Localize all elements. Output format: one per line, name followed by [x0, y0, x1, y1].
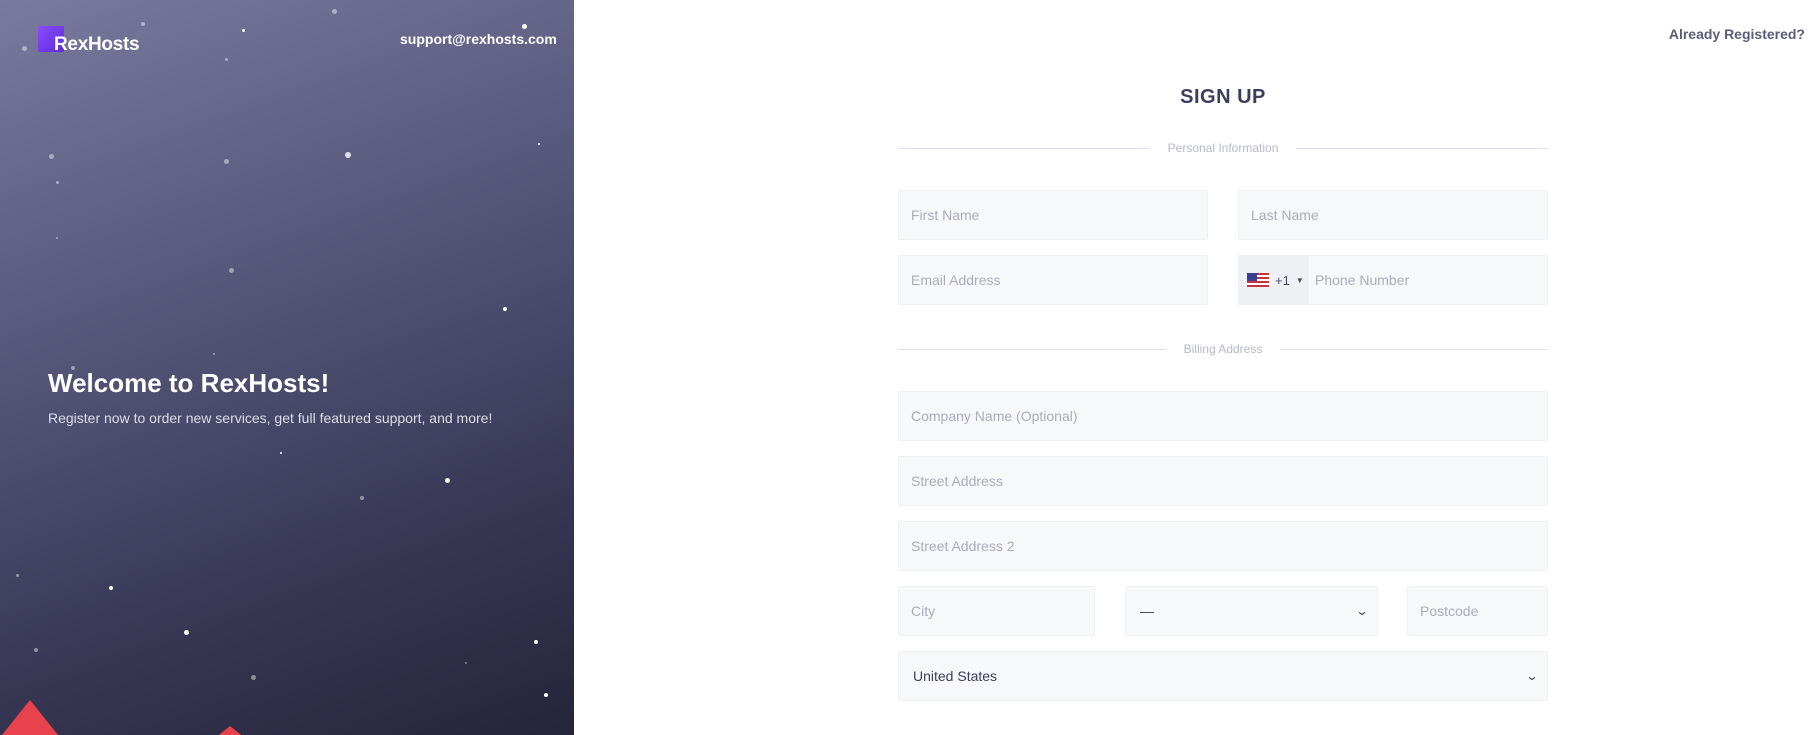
- billing-address-label: Billing Address: [1183, 342, 1263, 356]
- star-decoration: [16, 574, 19, 577]
- street2-placeholder: Street Address 2: [911, 538, 1015, 554]
- hero-subtitle: Register now to order new services, get …: [48, 410, 493, 426]
- brand-name: RexHosts: [54, 34, 140, 55]
- divider-line: [1296, 147, 1549, 149]
- mountain-decoration: [205, 726, 255, 735]
- hero-title: Welcome to RexHosts!: [48, 368, 330, 398]
- country-select[interactable]: United States ⌄: [898, 651, 1548, 701]
- star-decoration: [34, 648, 38, 652]
- star-decoration: [184, 630, 189, 635]
- star-decoration: [22, 46, 27, 51]
- star-decoration: [534, 640, 538, 644]
- us-flag-icon: [1247, 273, 1269, 287]
- divider-line: [898, 348, 1166, 350]
- street-address-2-input[interactable]: Street Address 2: [898, 521, 1548, 571]
- caret-down-icon: ▼: [1295, 275, 1304, 285]
- star-decoration: [229, 268, 234, 273]
- country-value: United States: [913, 668, 998, 684]
- hero-panel: RexHosts support@rexhosts.com Welcome to…: [0, 0, 574, 735]
- postcode-placeholder: Postcode: [1420, 603, 1479, 619]
- star-decoration: [522, 24, 527, 29]
- country-code-dropdown[interactable]: +1 ▼: [1239, 256, 1309, 304]
- mountain-decoration: [0, 700, 70, 735]
- star-decoration: [538, 143, 540, 145]
- street-address-input[interactable]: Street Address: [898, 456, 1548, 506]
- star-decoration: [141, 22, 145, 26]
- star-decoration: [242, 29, 245, 32]
- star-decoration: [225, 58, 228, 61]
- last-name-placeholder: Last Name: [1251, 207, 1319, 223]
- company-placeholder: Company Name (Optional): [911, 408, 1078, 424]
- star-decoration: [544, 693, 548, 697]
- first-name-input[interactable]: First Name: [898, 190, 1208, 240]
- personal-info-label: Personal Information: [1167, 141, 1279, 155]
- personal-info-divider: Personal Information: [898, 141, 1549, 155]
- divider-line: [1280, 348, 1548, 350]
- star-decoration: [213, 353, 215, 355]
- brand-logo[interactable]: RexHosts: [38, 26, 140, 55]
- street-placeholder: Street Address: [911, 473, 1003, 489]
- signup-page: RexHosts support@rexhosts.com Welcome to…: [0, 0, 1809, 735]
- chevron-down-icon: ⌄: [1525, 669, 1539, 683]
- star-decoration: [360, 496, 364, 500]
- email-placeholder: Email Address: [911, 272, 1001, 288]
- country-code: +1: [1275, 272, 1290, 288]
- star-decoration: [445, 478, 450, 483]
- state-select[interactable]: — ⌄: [1125, 586, 1378, 636]
- state-value: —: [1140, 603, 1154, 619]
- star-decoration: [56, 181, 59, 184]
- email-input[interactable]: Email Address: [898, 255, 1208, 305]
- phone-field: +1 ▼ Phone Number: [1238, 255, 1548, 305]
- star-decoration: [280, 452, 282, 454]
- first-name-placeholder: First Name: [911, 207, 980, 223]
- star-decoration: [224, 159, 229, 164]
- star-decoration: [109, 586, 113, 590]
- divider-line: [898, 147, 1150, 149]
- star-decoration: [465, 662, 467, 664]
- city-placeholder: City: [911, 603, 936, 619]
- support-email-link[interactable]: support@rexhosts.com: [400, 31, 557, 47]
- star-decoration: [56, 237, 58, 239]
- postcode-input[interactable]: Postcode: [1407, 586, 1548, 636]
- last-name-input[interactable]: Last Name: [1238, 190, 1548, 240]
- star-decoration: [49, 154, 54, 159]
- city-input[interactable]: City: [898, 586, 1095, 636]
- company-name-input[interactable]: Company Name (Optional): [898, 391, 1548, 441]
- star-decoration: [332, 9, 337, 14]
- chevron-down-icon: ⌄: [1355, 604, 1369, 618]
- star-decoration: [345, 152, 351, 158]
- billing-address-divider: Billing Address: [898, 342, 1548, 356]
- already-registered-link[interactable]: Already Registered?: [1669, 26, 1805, 42]
- star-decoration: [503, 307, 507, 311]
- phone-input[interactable]: Phone Number: [1309, 272, 1409, 288]
- form-title: SIGN UP: [1180, 86, 1266, 108]
- star-decoration: [251, 675, 256, 680]
